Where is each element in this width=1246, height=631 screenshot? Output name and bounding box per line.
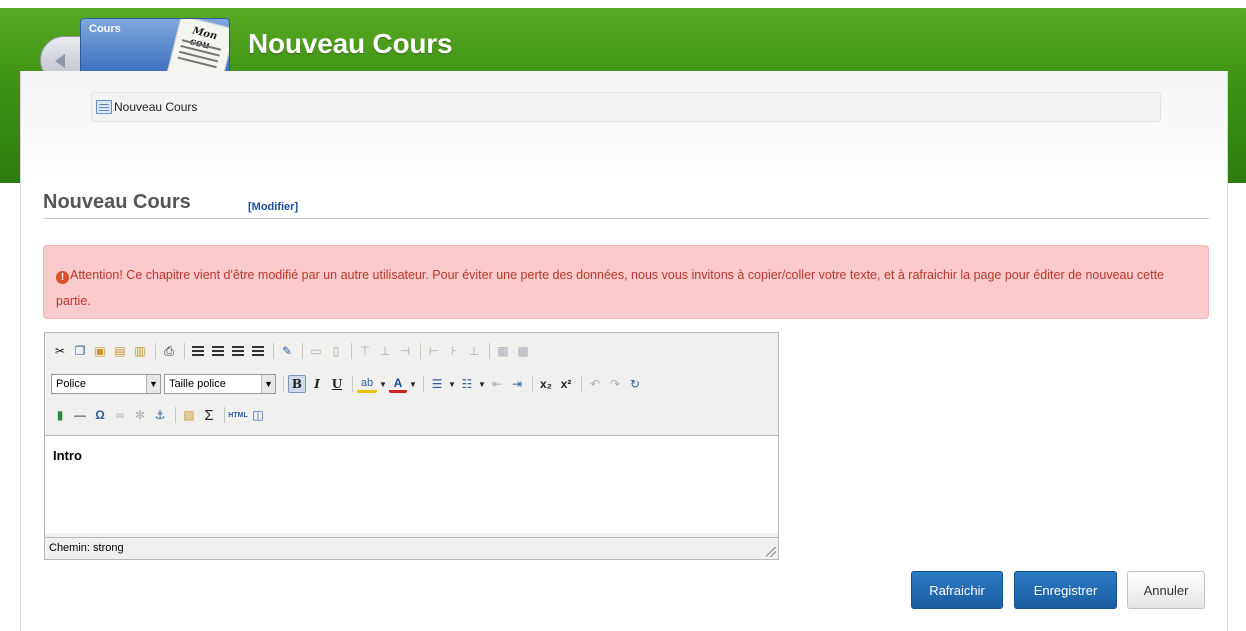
align-right-icon[interactable] [229, 342, 247, 360]
font-family-select[interactable]: Police ▼ [51, 374, 161, 394]
editor-toolbar-row-3: ▮ — Ω ∞ ✻ ⚓ ▨ Σ HTML ◫ [51, 404, 269, 426]
font-size-select[interactable]: Taille police ▼ [164, 374, 276, 394]
document-icon [96, 100, 112, 114]
breadcrumb: Nouveau Cours [91, 92, 1161, 122]
print-icon[interactable]: ⎙ [160, 342, 178, 360]
fullscreen-icon[interactable]: ◫ [249, 406, 267, 424]
align-left-icon[interactable] [189, 342, 207, 360]
delete-row-icon[interactable]: ⊣ [396, 342, 414, 360]
align-center-icon[interactable] [209, 342, 227, 360]
chevron-down-icon[interactable]: ▼ [448, 375, 456, 393]
editor-status-bar: Chemin: strong [45, 537, 778, 559]
link-icon[interactable]: ∞ [111, 406, 129, 424]
editor-toolbar-row-2: Police ▼ Taille police ▼ B I U ab ▼ A ▼ … [51, 373, 646, 395]
chevron-down-icon: ▼ [261, 375, 275, 393]
formula-icon[interactable]: Σ [200, 406, 218, 424]
editor-content-area[interactable]: Intro [45, 435, 778, 533]
insert-col-after-icon[interactable]: ⊦ [445, 342, 463, 360]
page-title: Nouveau Cours [248, 28, 453, 59]
delete-col-icon[interactable]: ⊥ [465, 342, 483, 360]
superscript-icon[interactable]: x² [557, 375, 575, 393]
top-strip [0, 0, 1246, 8]
outdent-icon[interactable]: ⇤ [488, 375, 506, 393]
image-icon[interactable]: ▨ [180, 406, 198, 424]
paste-icon[interactable]: ▣ [91, 342, 109, 360]
numbered-list-icon[interactable]: ☷ [458, 375, 476, 393]
back-arrow-icon [55, 54, 65, 68]
clean-format-icon[interactable]: ↻ [626, 375, 644, 393]
editor-toolbar-row-1: ✂ ❐ ▣ ▤ ▥ ⎙ ✎ ▭ ▯ ⊤ ⊥ ⊣ ⊢ ⊦ ⊥ ▦ ▩ [51, 340, 534, 362]
html-source-icon[interactable]: HTML [228, 406, 247, 424]
copy-icon[interactable]: ❐ [71, 342, 89, 360]
redo-icon[interactable]: ↷ [606, 375, 624, 393]
cut-icon[interactable]: ✂ [51, 342, 69, 360]
subscript-icon[interactable]: x₂ [537, 375, 555, 393]
cancel-button[interactable]: Annuler [1127, 571, 1205, 609]
content-panel: Nouveau Cours Nouveau Cours [Modifier] !… [20, 71, 1228, 631]
chevron-down-icon[interactable]: ▼ [409, 375, 417, 393]
chevron-down-icon[interactable]: ▼ [379, 375, 387, 393]
font-family-value: Police [56, 378, 86, 390]
undo-icon[interactable]: ↶ [586, 375, 604, 393]
media-icon[interactable]: ▮ [51, 406, 69, 424]
indent-icon[interactable]: ⇥ [508, 375, 526, 393]
underline-icon[interactable]: U [328, 375, 346, 393]
chevron-down-icon[interactable]: ▼ [478, 375, 486, 393]
editor-path: Chemin: strong [49, 542, 124, 554]
special-char-icon[interactable]: Ω [91, 406, 109, 424]
alert-text: Attention! Ce chapitre vient d'être modi… [56, 268, 1165, 308]
save-button[interactable]: Enregistrer [1014, 571, 1117, 609]
insert-row-before-icon[interactable]: ⊤ [356, 342, 374, 360]
paper-icon: Mon cou [166, 19, 229, 73]
edit-icon[interactable]: ✎ [278, 342, 296, 360]
editor-text[interactable]: Intro [53, 448, 82, 463]
course-app-icon: Cours Mon cou [80, 18, 230, 74]
course-icon-label: Cours [89, 23, 121, 35]
anchor-icon[interactable]: ⚓ [151, 406, 169, 424]
warning-icon: ! [56, 271, 69, 284]
bullet-list-icon[interactable]: ☰ [428, 375, 446, 393]
align-justify-icon[interactable] [249, 342, 267, 360]
font-size-value: Taille police [169, 378, 226, 390]
paste-text-icon[interactable]: ▤ [111, 342, 129, 360]
refresh-button[interactable]: Rafraichir [911, 571, 1003, 609]
insert-row-after-icon[interactable]: ⊥ [376, 342, 394, 360]
chevron-down-icon: ▼ [146, 375, 160, 393]
rich-text-editor: ✂ ❐ ▣ ▤ ▥ ⎙ ✎ ▭ ▯ ⊤ ⊥ ⊣ ⊢ ⊦ ⊥ ▦ ▩ Police… [44, 332, 779, 560]
highlight-color-icon[interactable]: ab [357, 375, 377, 393]
table-row-props-icon[interactable]: ▭ [307, 342, 325, 360]
paste-word-icon[interactable]: ▥ [131, 342, 149, 360]
italic-icon[interactable]: I [308, 375, 326, 393]
section-header: Nouveau Cours [Modifier] [43, 189, 1209, 219]
horizontal-rule-icon[interactable]: — [71, 406, 89, 424]
unlink-icon[interactable]: ✻ [131, 406, 149, 424]
bold-icon[interactable]: B [288, 375, 306, 393]
insert-col-before-icon[interactable]: ⊢ [425, 342, 443, 360]
section-title: Nouveau Cours [43, 191, 191, 213]
split-cells-icon[interactable]: ▦ [494, 342, 512, 360]
merge-cells-icon[interactable]: ▩ [514, 342, 532, 360]
breadcrumb-item-current[interactable]: Nouveau Cours [114, 100, 197, 114]
modify-link[interactable]: [Modifier] [248, 201, 298, 213]
warning-alert: ! Attention! Ce chapitre vient d'être mod… [43, 245, 1209, 319]
resize-handle-icon[interactable] [766, 547, 776, 557]
table-cell-props-icon[interactable]: ▯ [327, 342, 345, 360]
font-color-icon[interactable]: A [389, 375, 407, 393]
